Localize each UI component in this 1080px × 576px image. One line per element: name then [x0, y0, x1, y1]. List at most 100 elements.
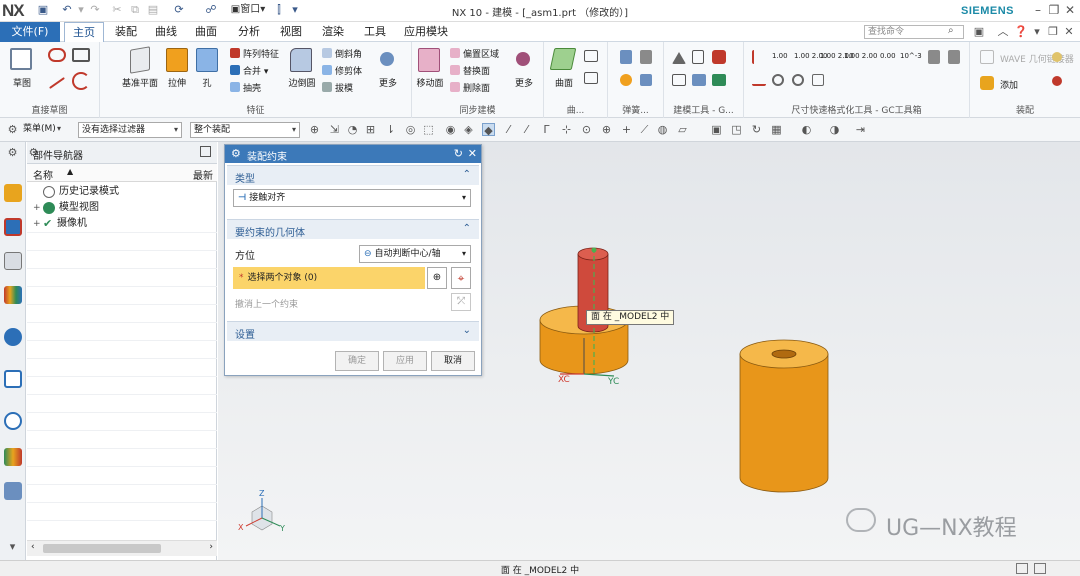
snap-point-toggle[interactable]: ◆: [482, 123, 495, 137]
delete-face-button[interactable]: 删除面: [450, 81, 490, 94]
filter-icon-6[interactable]: ◎: [404, 123, 417, 136]
move-face-icon[interactable]: [418, 48, 440, 72]
child-close-icon[interactable]: ✕: [1062, 25, 1076, 39]
ribbon-options-icon[interactable]: ▾: [1030, 25, 1044, 39]
existing-point-icon[interactable]: +: [620, 123, 633, 136]
trim-body-button[interactable]: 修剪体: [322, 64, 362, 77]
assembly-tool-icon[interactable]: [1052, 52, 1062, 62]
more-feature-icon[interactable]: [380, 52, 394, 66]
rectangle-icon[interactable]: [72, 48, 90, 62]
mid-point-icon[interactable]: ⁄: [520, 123, 533, 136]
ok-button[interactable]: 确定: [335, 351, 379, 371]
radius-icon[interactable]: [792, 74, 804, 86]
tab-curve[interactable]: 曲线: [148, 22, 184, 42]
more-feature-label[interactable]: 更多: [374, 76, 402, 89]
type-filter-select[interactable]: 没有选择过滤器 ▾: [78, 122, 182, 138]
filter-icon-4[interactable]: ⊞: [364, 123, 377, 136]
system-materials-icon[interactable]: [4, 448, 22, 466]
edit-section-icon[interactable]: ◑: [828, 123, 841, 136]
add-component-label[interactable]: 添加: [1000, 78, 1018, 91]
status-icon-1[interactable]: [1016, 563, 1028, 574]
sketch-button-label[interactable]: 草图: [2, 76, 42, 89]
tab-render[interactable]: 渲染: [314, 22, 352, 42]
render-style-icon[interactable]: ◐: [800, 123, 813, 136]
tree-row-model-views[interactable]: + 模型视图: [27, 200, 217, 216]
shell-button[interactable]: 抽壳: [230, 81, 261, 94]
undo-last-constraint[interactable]: 撤消上一个约束: [235, 297, 298, 310]
minimize-icon[interactable]: –: [1030, 3, 1046, 17]
scroll-right-icon[interactable]: ›: [209, 542, 213, 552]
tab-tools[interactable]: 工具: [356, 22, 394, 42]
arc-center-icon[interactable]: ⊙: [580, 123, 593, 136]
move-face-label[interactable]: 移动面: [412, 76, 448, 89]
maximize-navigator-icon[interactable]: [200, 146, 211, 157]
status-icon-2[interactable]: [1034, 563, 1046, 574]
extrude-label[interactable]: 拉伸: [160, 76, 194, 89]
scrollbar-thumb[interactable]: [43, 544, 161, 553]
column-name[interactable]: 名称: [33, 167, 53, 182]
end-point-icon[interactable]: ⁄: [502, 123, 515, 136]
filter-icon-8[interactable]: ◉: [444, 123, 457, 136]
dialog-close-icon[interactable]: ✕: [468, 147, 477, 160]
view-zoom-icon[interactable]: ◳: [730, 123, 743, 136]
crosshair-icon[interactable]: ⌖: [451, 267, 471, 289]
roles-icon[interactable]: [4, 482, 22, 500]
hole-label[interactable]: 孔: [192, 76, 222, 89]
reset-icon[interactable]: ↻: [454, 147, 463, 160]
datum-plane-icon[interactable]: [130, 46, 150, 74]
tube-hole[interactable]: [771, 349, 797, 359]
section-settings[interactable]: 设置 ⌄: [227, 321, 479, 341]
dim-tool-8-icon[interactable]: [948, 50, 960, 64]
orientation-select[interactable]: ⊖ 自动判断中心/轴 ▾: [359, 245, 471, 263]
tree-row-history-mode[interactable]: 历史记录模式: [27, 184, 217, 200]
dim-tool-12-icon[interactable]: [812, 74, 824, 86]
array-feature-button[interactable]: 阵列特征: [230, 47, 279, 60]
select-objects-field[interactable]: * 选择两个对象 (0): [233, 267, 425, 289]
column-latest[interactable]: 最新: [193, 167, 213, 182]
sketch-icon[interactable]: [10, 48, 32, 70]
chamfer-button[interactable]: 倒斜角: [322, 47, 362, 60]
dim-format-5-button[interactable]: 0.00: [880, 52, 896, 60]
section-geometry[interactable]: 要约束的几何体 ⌃: [227, 219, 479, 239]
line-icon[interactable]: [49, 77, 65, 89]
dim-format-6-button[interactable]: 10^-3: [900, 52, 922, 60]
unite-button[interactable]: 合并 ▾: [230, 64, 268, 77]
view-orient-icon[interactable]: ▦: [770, 123, 783, 136]
dim-tool-7-icon[interactable]: [928, 50, 940, 64]
filter-icon-9[interactable]: ◈: [462, 123, 475, 136]
model-tool-4-icon[interactable]: [672, 74, 686, 86]
dim-format-1-button[interactable]: 1.00: [772, 52, 788, 60]
close-icon[interactable]: ✕: [1062, 3, 1078, 17]
scroll-left-icon[interactable]: ‹: [31, 542, 35, 552]
control-point-icon[interactable]: ᒥ: [540, 123, 553, 136]
filter-icon-3[interactable]: ◔: [346, 123, 359, 136]
assembly-tool-2-icon[interactable]: [1052, 76, 1062, 86]
spring-icon[interactable]: [620, 50, 632, 64]
resource-bar-icon[interactable]: ▣: [972, 25, 986, 39]
tab-home[interactable]: 主页: [64, 22, 104, 42]
hole-icon[interactable]: [196, 48, 218, 72]
model-tool-6-icon[interactable]: [712, 74, 726, 86]
surface-tool-icon[interactable]: [584, 50, 598, 62]
spring-3-icon[interactable]: [620, 74, 632, 86]
collapse-icon[interactable]: ⌃: [463, 169, 471, 180]
component-tube[interactable]: [739, 339, 829, 493]
restore-icon[interactable]: ❐: [1046, 3, 1062, 17]
collapse-ribbon-icon[interactable]: ︿: [996, 25, 1010, 39]
view-fit-icon[interactable]: ▣: [710, 123, 723, 136]
tab-assembly[interactable]: 装配: [108, 22, 144, 42]
intersection-icon[interactable]: ⊹: [560, 123, 573, 136]
child-restore-icon[interactable]: ❐: [1046, 25, 1060, 39]
collapse-icon[interactable]: ⌃: [463, 223, 471, 234]
filter-icon-1[interactable]: ⊕: [308, 123, 321, 136]
show-hide-icon[interactable]: ⇥: [854, 123, 867, 136]
draft-button[interactable]: 拔模: [322, 81, 353, 94]
point-on-face-icon[interactable]: ◍: [656, 123, 669, 136]
arc-icon[interactable]: [72, 72, 90, 90]
add-component-icon[interactable]: [980, 76, 994, 90]
tree-row-cameras[interactable]: + ✔ 摄像机: [27, 216, 217, 232]
quadrant-icon[interactable]: ⊕: [600, 123, 613, 136]
expand-icon[interactable]: ⌄: [463, 325, 471, 336]
assembly-navigator-icon[interactable]: [4, 184, 22, 202]
tab-analysis[interactable]: 分析: [230, 22, 268, 42]
